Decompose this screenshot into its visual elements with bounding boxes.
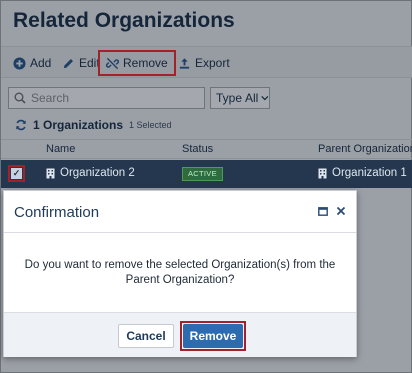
- confirmation-dialog: Confirmation Do you want to remove the s…: [3, 190, 357, 357]
- row-name-cell[interactable]: Organization 2: [46, 167, 135, 179]
- dialog-header: Confirmation: [4, 191, 356, 233]
- status-badge: ACTIVE: [182, 167, 223, 181]
- remove-button-label: Remove: [123, 56, 168, 70]
- confirm-remove-highlight: Remove: [180, 321, 246, 351]
- add-button-label: Add: [30, 56, 52, 70]
- export-button[interactable]: Export: [178, 51, 230, 75]
- organization-count: 1 Organizations: [33, 118, 124, 132]
- export-button-label: Export: [195, 56, 230, 70]
- remove-button[interactable]: Remove: [98, 50, 176, 76]
- building-icon: [318, 168, 327, 178]
- type-filter-dropdown[interactable]: Type All: [210, 87, 270, 109]
- row-parent-cell[interactable]: Organization 1: [318, 167, 407, 179]
- cancel-button[interactable]: Cancel: [118, 324, 174, 348]
- plus-circle-icon: [13, 56, 26, 70]
- edit-button-label: Edit: [79, 56, 100, 70]
- chevron-down-icon: [261, 96, 269, 101]
- column-header-parent-organization[interactable]: Parent Organization: [318, 143, 412, 155]
- search-input[interactable]: Search: [8, 87, 205, 109]
- pencil-icon: [63, 58, 73, 68]
- toolbar: Add Edit Remove Export: [1, 46, 412, 78]
- dialog-body: Do you want to remove the selected Organ…: [4, 234, 356, 311]
- confirm-remove-button[interactable]: Remove: [183, 324, 243, 348]
- refresh-icon[interactable]: [15, 119, 27, 131]
- page-title: Related Organizations: [13, 9, 235, 32]
- upload-icon: [179, 57, 190, 69]
- unlink-icon: [106, 57, 119, 69]
- dialog-message: Do you want to remove the selected Organ…: [24, 258, 336, 286]
- row-parent: Organization 1: [332, 167, 407, 179]
- dialog-footer: Cancel Remove: [4, 312, 356, 357]
- filter-bar: Search Type All: [1, 85, 412, 113]
- dialog-title: Confirmation: [14, 204, 100, 221]
- table-header: Name Status Parent Organization: [1, 139, 412, 159]
- close-icon[interactable]: [334, 204, 348, 218]
- search-icon: [14, 92, 26, 104]
- type-filter-label: Type: [216, 91, 243, 105]
- table-row[interactable]: ✓ Organization 2 ACTIVE Organization 1: [1, 160, 412, 188]
- type-filter-value: All: [245, 91, 259, 105]
- column-header-status[interactable]: Status: [182, 143, 213, 155]
- results-summary: 1 Organizations 1 Selected: [15, 117, 172, 133]
- row-checkbox[interactable]: ✓: [8, 165, 25, 182]
- checkmark-icon: ✓: [11, 168, 22, 179]
- row-name: Organization 2: [60, 167, 135, 179]
- maximize-icon[interactable]: [316, 204, 330, 218]
- edit-button[interactable]: Edit: [62, 51, 100, 75]
- building-icon: [46, 168, 55, 178]
- column-header-name[interactable]: Name: [46, 143, 75, 155]
- selected-count: 1 Selected: [129, 120, 172, 130]
- search-placeholder: Search: [31, 91, 70, 105]
- add-button[interactable]: Add: [13, 51, 51, 75]
